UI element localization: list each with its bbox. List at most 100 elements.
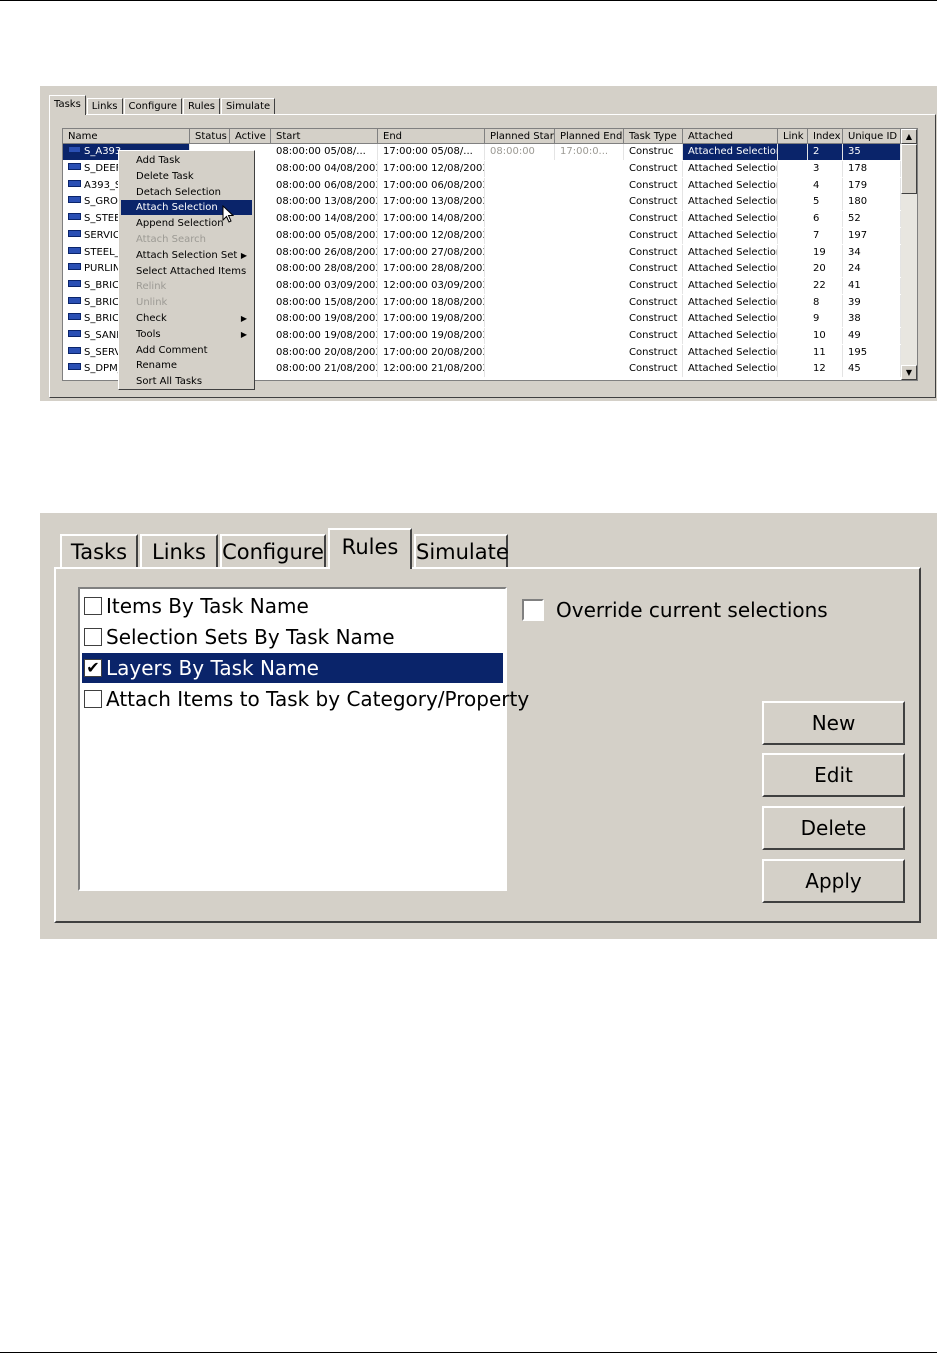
task-bar-icon — [68, 279, 81, 287]
task-bar-icon — [68, 330, 81, 337]
submenu-arrow-icon: ▶ — [240, 250, 247, 260]
tab-tasks[interactable]: Tasks — [49, 95, 86, 115]
column-header-planned-end[interactable]: Planned End — [555, 129, 624, 144]
column-header-unique-id[interactable]: Unique ID — [843, 129, 901, 144]
unique-id-value: 34 — [848, 246, 861, 258]
list-item[interactable]: Items By Task Name — [82, 591, 503, 621]
tab-simulate[interactable]: Simulate — [220, 98, 276, 115]
tab-links[interactable]: Links — [140, 534, 218, 567]
new-button[interactable]: New — [762, 701, 905, 745]
column-header-active[interactable]: Active — [230, 129, 271, 144]
menu-item-label: Tools — [136, 328, 161, 340]
tab-rules[interactable]: Rules — [328, 528, 412, 569]
task-type-value: Construct — [629, 213, 678, 225]
end-date-picker[interactable]: 17:00:00 05/08/... — [383, 146, 473, 157]
planned-start-picker[interactable]: 08:00:00 — [490, 146, 535, 157]
edit-button[interactable]: Edit — [762, 753, 905, 797]
menu-item-label: Unlink — [136, 297, 168, 309]
menu-item-tools[interactable]: Tools ▶ — [121, 327, 252, 342]
vertical-scrollbar[interactable]: ▲ ▼ — [901, 129, 917, 380]
unique-id-value: 52 — [848, 213, 861, 225]
task-name: S_SERV — [84, 346, 122, 358]
task-type-value: Construct — [629, 196, 678, 208]
task-type-value: Construct — [629, 163, 678, 174]
checkbox[interactable] — [84, 690, 102, 708]
column-header-end[interactable]: End — [378, 129, 485, 144]
task-name: PURLIN — [84, 263, 121, 275]
scroll-thumb[interactable] — [901, 144, 917, 194]
tab-configure[interactable]: Configure — [220, 534, 326, 567]
rule-label: Layers By Task Name — [106, 656, 319, 680]
task-type-dropdown[interactable]: Construc — [629, 146, 674, 157]
column-header-attached[interactable]: Attached — [683, 129, 778, 144]
column-header-index[interactable]: Index — [808, 129, 843, 144]
end-value: 12:00:00 21/08/2003 — [383, 363, 485, 375]
index-value: 12 — [813, 363, 826, 375]
attached-value: Attached Selection — [688, 330, 778, 341]
column-header-status[interactable]: Status — [190, 129, 230, 144]
attached-value: Attached Selection — [688, 363, 778, 375]
start-value: 08:00:00 28/08/2003 — [276, 263, 378, 275]
menu-item-attach-selection-set[interactable]: Attach Selection Set ▶ — [121, 248, 252, 263]
tab-configure[interactable]: Configure — [123, 98, 182, 115]
menu-item-delete-task[interactable]: Delete Task — [121, 169, 252, 184]
page-top-rule — [0, 0, 937, 1]
task-name: SERVIC — [84, 229, 120, 241]
index-value: 4 — [813, 179, 820, 191]
scroll-down-icon[interactable]: ▼ — [901, 365, 917, 380]
start-value: 08:00:00 14/08/2003 — [276, 213, 378, 225]
end-value: 17:00:00 19/08/2003 — [383, 330, 485, 341]
menu-item-label: Add Comment — [136, 344, 208, 356]
rules-list[interactable]: Items By Task Name Selection Sets By Tas… — [78, 587, 529, 891]
attached-value: Attached Selection — [688, 229, 778, 241]
checkbox[interactable] — [84, 628, 102, 646]
end-value: 17:00:00 06/08/2003 — [383, 179, 485, 191]
column-header-planned-start[interactable]: Planned Start — [485, 129, 555, 144]
tab-strip: Tasks Links Configure Rules Simulate — [49, 95, 276, 115]
scroll-up-icon[interactable]: ▲ — [901, 129, 917, 144]
checkbox-checked[interactable]: ✔ — [84, 659, 102, 677]
menu-item-detach-selection[interactable]: Detach Selection — [121, 185, 252, 200]
menu-item-check[interactable]: Check ▶ — [121, 311, 252, 326]
index-value: 7 — [813, 229, 820, 241]
planned-end-picker[interactable]: 17:00:0... — [560, 146, 608, 157]
menu-item-select-attached-items[interactable]: Select Attached Items — [121, 264, 252, 279]
start-value: 08:00:00 19/08/2003 — [276, 330, 378, 341]
override-checkbox[interactable] — [522, 599, 544, 621]
menu-item-label: Rename — [136, 360, 178, 372]
menu-item-add-task[interactable]: Add Task — [121, 153, 252, 168]
column-header-start[interactable]: Start — [271, 129, 378, 144]
tab-links[interactable]: Links — [86, 98, 123, 115]
list-item[interactable]: Attach Items to Task by Category/Propert… — [82, 684, 529, 714]
delete-button[interactable]: Delete — [762, 806, 905, 850]
task-bar-icon — [68, 296, 81, 304]
task-name: S_DEEF — [84, 163, 122, 174]
apply-button[interactable]: Apply — [762, 859, 905, 903]
timeliner-rules-panel: Tasks Links Configure Rules Simulate Ite… — [40, 513, 937, 939]
column-header-name[interactable]: Name — [63, 129, 190, 144]
column-header-link[interactable]: Link — [778, 129, 808, 144]
tab-tasks[interactable]: Tasks — [60, 534, 138, 567]
list-item[interactable]: Selection Sets By Task Name — [82, 622, 503, 652]
tab-simulate[interactable]: Simulate — [414, 534, 509, 567]
tab-rules[interactable]: Rules — [182, 98, 220, 115]
menu-item-rename[interactable]: Rename — [121, 358, 252, 373]
column-header-task-type[interactable]: Task Type — [624, 129, 683, 144]
mouse-cursor-icon — [222, 205, 234, 223]
index-value: 8 — [813, 296, 820, 308]
menu-item-sort-all-tasks[interactable]: Sort All Tasks — [121, 374, 252, 389]
unique-id-value: 39 — [848, 296, 861, 308]
attached-value: Attached Selection — [688, 146, 778, 157]
attached-value: Attached Selection — [688, 246, 778, 258]
unique-id-value: 179 — [848, 179, 868, 191]
rule-label: Attach Items to Task by Category/Propert… — [106, 687, 530, 711]
task-type-value: Construct — [629, 263, 678, 275]
page-bottom-rule — [0, 1352, 937, 1353]
task-bar-icon — [68, 163, 81, 170]
attached-value: Attached Selection — [688, 196, 778, 208]
attached-value: Attached Selection — [688, 296, 778, 308]
start-date-picker[interactable]: 08:00:00 05/08/... — [276, 146, 366, 157]
menu-item-add-comment[interactable]: Add Comment — [121, 343, 252, 358]
list-item-selected[interactable]: ✔ Layers By Task Name — [82, 653, 503, 683]
checkbox[interactable] — [84, 597, 102, 615]
